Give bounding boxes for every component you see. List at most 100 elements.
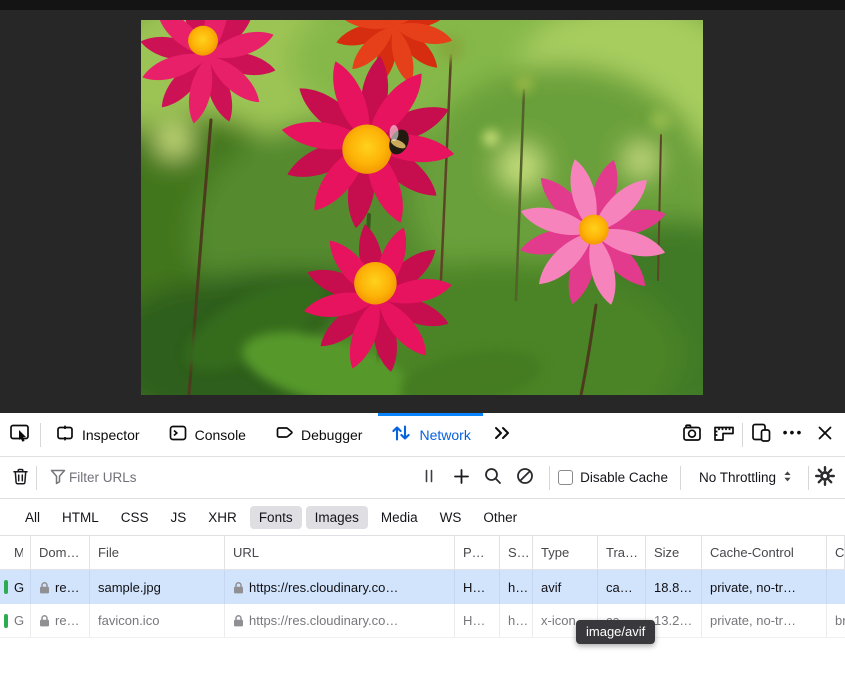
separator [36,466,37,490]
transferred-cell: ca… [598,570,646,604]
pause-icon [421,467,437,488]
filter-other[interactable]: Other [474,506,526,529]
column-header-transferred[interactable]: Tra… [598,536,646,569]
lock-icon [39,614,50,627]
close-icon [815,423,835,446]
method-cell: G [12,570,31,604]
request-type-filters: All HTML CSS JS XHR Fonts Images Media W… [0,499,845,536]
mime-type-tooltip: image/avif [576,620,655,644]
column-header-domain[interactable]: Dom… [31,536,90,569]
c-cell [827,570,845,604]
tab-label: Debugger [301,427,363,443]
disable-cache-checkbox[interactable] [558,470,573,485]
network-toolbar: Filter URLs [0,457,845,499]
cache-control-cell: private, no-tr… [702,604,827,637]
search-requests-button[interactable] [477,457,509,499]
tab-label: Network [419,427,470,443]
filter-js[interactable]: JS [162,506,196,529]
cache-control-cell: private, no-tr… [702,570,827,604]
camera-icon [681,422,703,447]
status-cell [0,570,12,604]
inspector-icon [55,423,75,446]
debugger-icon [274,423,294,446]
block-requests-button[interactable] [509,457,541,499]
new-request-button[interactable] [445,457,477,499]
screenshot-button[interactable] [678,413,706,457]
status-cell [0,604,12,637]
filter-html[interactable]: HTML [53,506,108,529]
protocol-cell: H… [455,570,500,604]
column-header-protocol[interactable]: P… [455,536,500,569]
file-cell: favicon.ico [90,604,225,637]
meatballs-icon: ••• [783,424,804,440]
column-header-size[interactable]: Size [646,536,702,569]
filter-ws[interactable]: WS [431,506,471,529]
column-header-c[interactable]: C [827,536,845,569]
filter-fonts[interactable]: Fonts [250,506,302,529]
request-table: M Dom… File URL P… S… Type Tra… Size Cac… [0,536,845,638]
webpage-viewport [0,0,845,413]
table-row[interactable]: G re… sample.jpg https://res.cloudinary.… [0,570,845,604]
c-cell: br [827,604,845,637]
lock-icon [39,581,50,594]
column-header-scheme[interactable]: S… [500,536,533,569]
tab-network[interactable]: Network [376,413,484,456]
close-devtools-button[interactable] [811,413,839,457]
column-header-type[interactable]: Type [533,536,598,569]
tab-label: Console [195,427,246,443]
filter-images[interactable]: Images [306,506,368,529]
column-header-cache-control[interactable]: Cache-Control [702,536,827,569]
type-cell: avif [533,570,598,604]
lock-icon [233,581,244,594]
filter-css[interactable]: CSS [112,506,158,529]
method-cell: G [12,604,31,637]
separator [742,423,743,447]
tab-label: Inspector [82,427,140,443]
devtools-menu-button[interactable]: ••• [779,413,807,457]
table-row[interactable]: G re… favicon.ico https://res.cloudinary… [0,604,845,638]
search-icon [483,466,503,489]
size-cell: 18.8… [646,570,702,604]
throttling-value: No Throttling [699,470,776,485]
url-cell: https://res.cloudinary.co… [225,604,455,637]
network-settings-button[interactable] [809,457,841,499]
disable-cache-label[interactable]: Disable Cache [580,470,668,485]
double-chevron-icon [492,423,512,446]
gear-icon [814,465,836,490]
separator [680,466,681,490]
console-icon [168,423,188,446]
tab-inspector[interactable]: Inspector [41,413,154,456]
tab-debugger[interactable]: Debugger [260,413,377,456]
clear-requests-button[interactable] [4,457,36,499]
filter-xhr[interactable]: XHR [199,506,246,529]
ruler-icon [712,422,736,447]
block-icon [515,466,535,489]
filter-urls-input[interactable]: Filter URLs [69,470,137,485]
funnel-icon [49,466,67,490]
pick-element-button[interactable] [0,413,40,456]
devtools-tabbar: Inspector Console Debugger [0,413,845,457]
column-header-method[interactable]: M [12,536,31,569]
plus-icon [452,467,471,489]
url-cell: https://res.cloudinary.co… [225,570,455,604]
measure-tool-button[interactable] [710,413,738,457]
table-header-row: M Dom… File URL P… S… Type Tra… Size Cac… [0,536,845,570]
scheme-cell: h… [500,604,533,637]
separator [549,466,550,490]
pick-element-icon [8,421,32,448]
pause-traffic-button[interactable] [413,457,445,499]
column-header-file[interactable]: File [90,536,225,569]
column-header-status[interactable] [0,536,12,569]
column-header-url[interactable]: URL [225,536,455,569]
responsive-design-button[interactable] [747,413,775,457]
scheme-cell: h… [500,570,533,604]
filter-media[interactable]: Media [372,506,427,529]
throttling-select[interactable]: No Throttling [685,469,808,487]
tab-console[interactable]: Console [154,413,260,456]
devtools-meta-controls: ••• [678,413,845,456]
protocol-cell: H… [455,604,500,637]
network-arrows-icon [390,423,412,446]
filter-all[interactable]: All [16,506,49,529]
more-tabs-button[interactable] [485,413,519,456]
devtools-panel: Inspector Console Debugger [0,413,845,685]
